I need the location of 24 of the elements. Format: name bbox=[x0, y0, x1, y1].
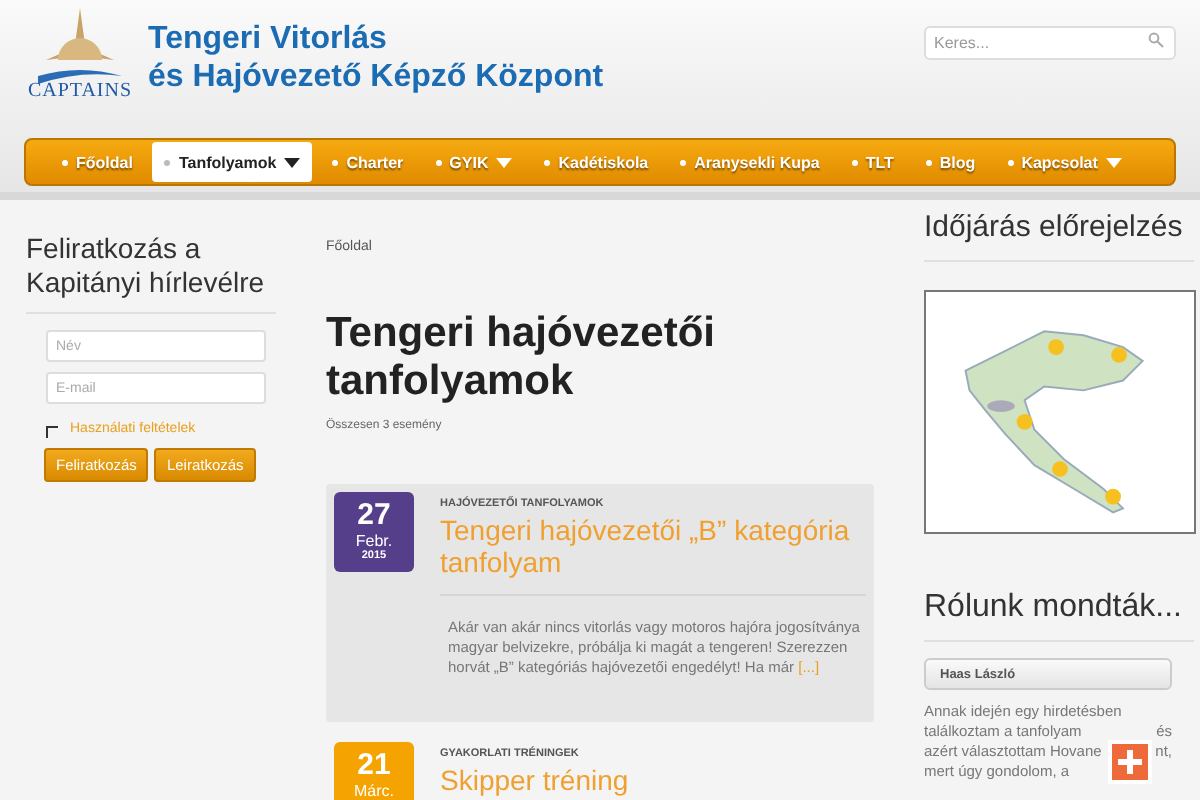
terms-checkbox[interactable] bbox=[46, 426, 58, 438]
nav-item[interactable]: Charter bbox=[320, 142, 416, 182]
nav-item[interactable]: Főoldal bbox=[50, 142, 145, 182]
plus-icon bbox=[1118, 750, 1142, 774]
nav-item[interactable]: GYIK bbox=[423, 142, 525, 182]
logo-text: CAPTAINS bbox=[27, 80, 133, 102]
nav-item[interactable]: TLT bbox=[839, 142, 906, 182]
date-badge: 21 Márc. bbox=[334, 742, 414, 800]
nav-item[interactable]: Tanfolyamok bbox=[152, 142, 313, 182]
nav-item[interactable]: Blog bbox=[913, 142, 988, 182]
nav-item[interactable]: Aranysekli Kupa bbox=[668, 142, 832, 182]
search-icon bbox=[1148, 32, 1164, 48]
testimonials-heading: Rólunk mondták... bbox=[924, 590, 1194, 642]
weather-heading: Időjárás előrejelzés bbox=[924, 210, 1194, 262]
site-title: és Hajóvezető Képző Központ bbox=[148, 58, 606, 96]
page-title: Tengeri hajóvezetői tanfolyamok bbox=[326, 310, 717, 406]
nav-item[interactable]: Kadétiskola bbox=[532, 142, 661, 182]
share-plus-button[interactable] bbox=[1108, 740, 1152, 784]
newsletter-heading: Feliratkozás a Kapitányi hírlevélre bbox=[26, 232, 276, 314]
search-field[interactable]: Keres... bbox=[924, 26, 1176, 60]
site-title: Tengeri Vitorlás bbox=[148, 20, 389, 58]
event-title[interactable]: Tengeri hajóvezetői „B” kategória tanfolyam bbox=[440, 514, 866, 578]
event-title[interactable]: Skipper tréning bbox=[440, 764, 866, 796]
nav-item[interactable]: Kapcsolat bbox=[995, 142, 1134, 182]
